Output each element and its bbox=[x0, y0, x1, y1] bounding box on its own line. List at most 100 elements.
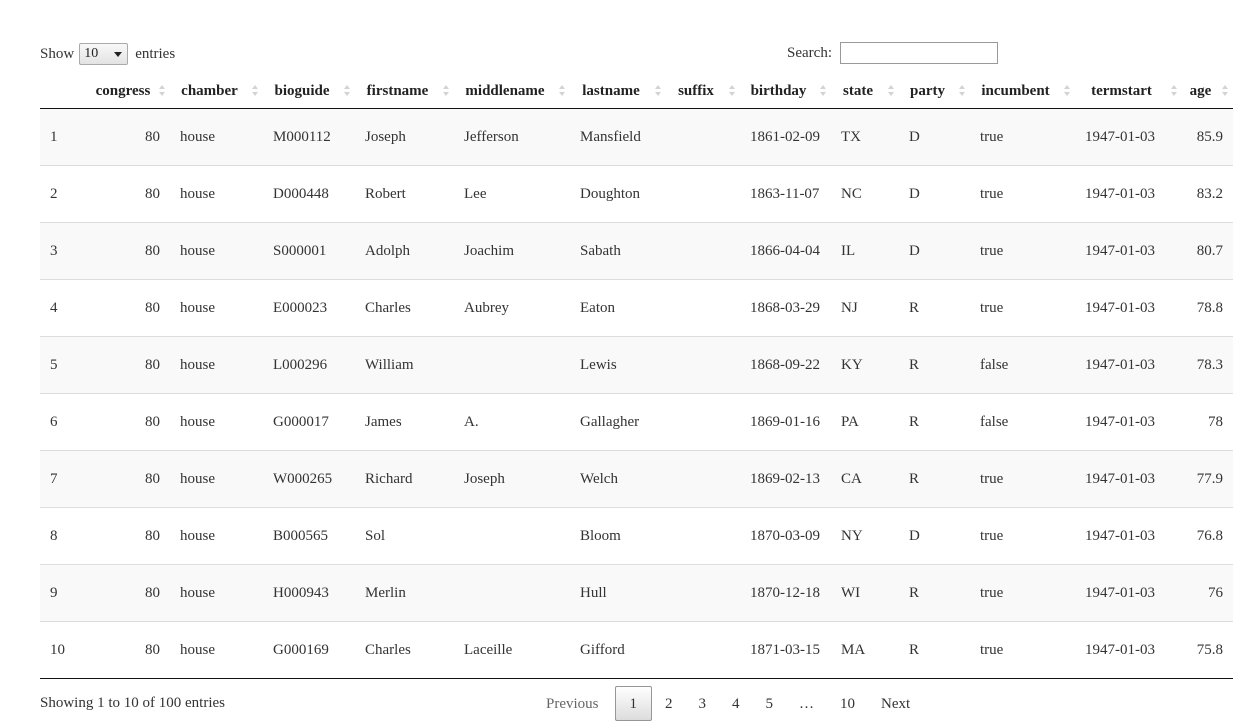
cell-index: 7 bbox=[40, 450, 90, 508]
cell-firstname: Joseph bbox=[355, 108, 454, 166]
cell-birthday: 1869-02-13 bbox=[740, 450, 831, 508]
cell-congress: 80 bbox=[90, 621, 170, 679]
cell-middlename bbox=[454, 564, 570, 622]
cell-index: 5 bbox=[40, 336, 90, 394]
cell-suffix bbox=[666, 564, 740, 622]
cell-firstname: Charles bbox=[355, 279, 454, 337]
column-header-termstart[interactable]: termstart bbox=[1075, 74, 1182, 109]
cell-party: D bbox=[899, 108, 970, 166]
cell-chamber: house bbox=[170, 393, 263, 451]
cell-firstname: William bbox=[355, 336, 454, 394]
cell-congress: 80 bbox=[90, 393, 170, 451]
cell-state: NJ bbox=[831, 279, 899, 337]
column-header-suffix[interactable]: suffix bbox=[666, 74, 740, 109]
cell-suffix bbox=[666, 108, 740, 166]
sort-icon bbox=[159, 85, 165, 97]
column-header-middlename[interactable]: middlename bbox=[454, 74, 570, 109]
table-row: 8 80 house B000565 Sol Bloom 1870-03-09 NY Dtrue… bbox=[40, 507, 1233, 565]
cell-party: R bbox=[899, 621, 970, 679]
table-body: 1 80 house M000112 Joseph Jefferson Mansfield 1… bbox=[40, 108, 1233, 679]
cell-congress: 80 bbox=[90, 507, 170, 565]
entries-per-page-select[interactable]: 10 bbox=[79, 43, 129, 65]
pagination: Previous 1 2 3 4 5 … 10 Next bbox=[530, 685, 923, 722]
cell-state: WI bbox=[831, 564, 899, 622]
cell-incumbent: true bbox=[970, 564, 1075, 622]
cell-firstname: Adolph bbox=[355, 222, 454, 280]
cell-lastname: Welch bbox=[570, 450, 666, 508]
cell-congress: 80 bbox=[90, 564, 170, 622]
column-header-firstname[interactable]: firstname bbox=[355, 74, 454, 109]
cell-state: CA bbox=[831, 450, 899, 508]
cell-incumbent: true bbox=[970, 621, 1075, 679]
cell-chamber: house bbox=[170, 507, 263, 565]
cell-congress: 80 bbox=[90, 165, 170, 223]
cell-party: D bbox=[899, 165, 970, 223]
search-input[interactable] bbox=[840, 42, 998, 64]
page-button-2[interactable]: 2 bbox=[652, 686, 686, 721]
sort-icon bbox=[729, 85, 735, 97]
column-header-age[interactable]: age bbox=[1182, 74, 1233, 109]
cell-congress: 80 bbox=[90, 336, 170, 394]
cell-birthday: 1863-11-07 bbox=[740, 165, 831, 223]
cell-state: PA bbox=[831, 393, 899, 451]
chevron-down-icon bbox=[114, 52, 123, 57]
cell-index: 4 bbox=[40, 279, 90, 337]
column-header-party[interactable]: party bbox=[899, 74, 970, 109]
cell-middlename: Lee bbox=[454, 165, 570, 223]
cell-lastname: Doughton bbox=[570, 165, 666, 223]
column-header-label: age bbox=[1189, 82, 1212, 99]
cell-incumbent: true bbox=[970, 507, 1075, 565]
column-header-label: incumbent bbox=[981, 82, 1050, 99]
previous-button[interactable]: Previous bbox=[530, 686, 615, 721]
cell-congress: 80 bbox=[90, 450, 170, 508]
cell-termstart: 1947-01-03 bbox=[1075, 621, 1182, 679]
next-button[interactable]: Next bbox=[868, 686, 923, 721]
column-header-state[interactable]: state bbox=[831, 74, 899, 109]
cell-party: D bbox=[899, 222, 970, 280]
cell-chamber: house bbox=[170, 108, 263, 166]
cell-lastname: Bloom bbox=[570, 507, 666, 565]
cell-state: IL bbox=[831, 222, 899, 280]
cell-middlename bbox=[454, 507, 570, 565]
column-header-chamber[interactable]: chamber bbox=[170, 74, 263, 109]
page-button-10[interactable]: 10 bbox=[827, 686, 868, 721]
cell-party: D bbox=[899, 507, 970, 565]
cell-suffix bbox=[666, 393, 740, 451]
table-row: 9 80 house H000943 Merlin Hull 1870-12-18 WI Rtr… bbox=[40, 564, 1233, 622]
cell-firstname: Richard bbox=[355, 450, 454, 508]
cell-chamber: house bbox=[170, 165, 263, 223]
cell-middlename: A. bbox=[454, 393, 570, 451]
cell-suffix bbox=[666, 450, 740, 508]
entries-per-page-value: 10 bbox=[84, 46, 99, 61]
column-header-incumbent[interactable]: incumbent bbox=[970, 74, 1075, 109]
column-header-congress[interactable]: congress bbox=[90, 74, 170, 109]
cell-termstart: 1947-01-03 bbox=[1075, 222, 1182, 280]
cell-firstname: Merlin bbox=[355, 564, 454, 622]
pagination-ellipsis: … bbox=[799, 696, 814, 712]
column-header-lastname[interactable]: lastname bbox=[570, 74, 666, 109]
column-header-birthday[interactable]: birthday bbox=[740, 74, 831, 109]
cell-state: NC bbox=[831, 165, 899, 223]
sort-icon bbox=[1171, 85, 1177, 97]
cell-bioguide: E000023 bbox=[263, 279, 355, 337]
sort-icon bbox=[888, 85, 894, 97]
page-button-5[interactable]: 5 bbox=[753, 686, 787, 721]
data-table: congress chamber bioguide firstname middlena… bbox=[40, 74, 1233, 679]
cell-state: KY bbox=[831, 336, 899, 394]
cell-index: 6 bbox=[40, 393, 90, 451]
cell-termstart: 1947-01-03 bbox=[1075, 507, 1182, 565]
cell-termstart: 1947-01-03 bbox=[1075, 564, 1182, 622]
cell-firstname: Sol bbox=[355, 507, 454, 565]
cell-incumbent: true bbox=[970, 165, 1075, 223]
page-button-1[interactable]: 1 bbox=[614, 686, 652, 721]
cell-index: 10 bbox=[40, 621, 90, 679]
page-button-4[interactable]: 4 bbox=[719, 686, 753, 721]
page-button-3[interactable]: 3 bbox=[686, 686, 720, 721]
cell-congress: 80 bbox=[90, 279, 170, 337]
cell-age: 76.8 bbox=[1182, 507, 1233, 565]
table-row: 3 80 house S000001 Adolph Joachim Sabath 1866-0… bbox=[40, 222, 1233, 280]
sort-icon bbox=[252, 85, 258, 97]
show-label: Show bbox=[40, 45, 75, 62]
column-header-bioguide[interactable]: bioguide bbox=[263, 74, 355, 109]
table-controls: Show 10 entries Search: bbox=[40, 42, 1233, 68]
